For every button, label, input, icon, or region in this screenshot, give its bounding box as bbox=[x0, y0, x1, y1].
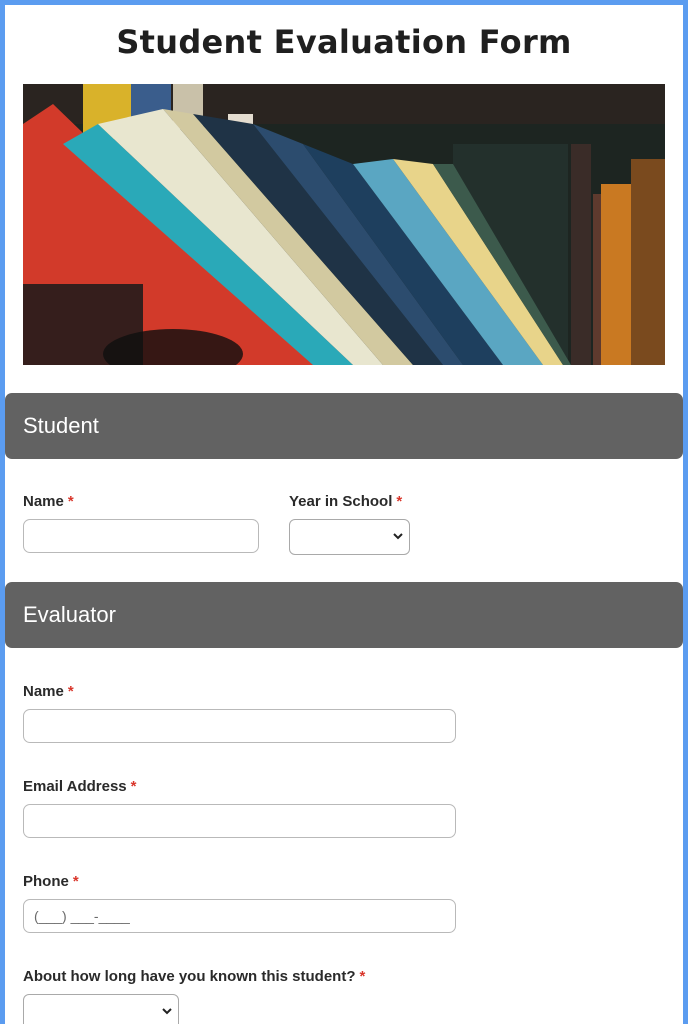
section-evaluator-header: Evaluator bbox=[5, 582, 683, 648]
year-in-school-label: Year in School * bbox=[289, 493, 403, 510]
email-address-field[interactable] bbox=[23, 804, 456, 838]
required-marker: * bbox=[396, 493, 403, 510]
student-name-label: Name * bbox=[23, 493, 74, 510]
page-title: Student Evaluation Form bbox=[116, 23, 572, 61]
student-name-field[interactable] bbox=[23, 519, 259, 553]
known-duration-select[interactable] bbox=[23, 994, 179, 1024]
section-evaluator-title: Evaluator bbox=[23, 602, 116, 627]
required-marker: * bbox=[67, 493, 74, 510]
section-student-header: Student bbox=[5, 393, 683, 459]
required-marker: * bbox=[67, 683, 74, 700]
phone-label: Phone * bbox=[23, 873, 79, 890]
required-marker: * bbox=[130, 778, 137, 795]
required-marker: * bbox=[359, 968, 366, 985]
header-image bbox=[23, 84, 665, 365]
bookshelf-photo bbox=[23, 84, 665, 365]
form-page: Student Evaluation Form Student Name * Y… bbox=[5, 5, 683, 1024]
year-in-school-select[interactable] bbox=[289, 519, 410, 555]
chevron-down-icon bbox=[393, 533, 403, 540]
evaluator-name-field[interactable] bbox=[23, 709, 456, 743]
known-duration-label: About how long have you known this stude… bbox=[23, 968, 366, 985]
chevron-down-icon bbox=[162, 1008, 172, 1015]
email-address-label: Email Address * bbox=[23, 778, 137, 795]
section-student-title: Student bbox=[23, 413, 99, 438]
required-marker: * bbox=[72, 873, 79, 890]
evaluator-name-label: Name * bbox=[23, 683, 74, 700]
phone-field[interactable]: (___) ___-____ bbox=[23, 899, 456, 933]
